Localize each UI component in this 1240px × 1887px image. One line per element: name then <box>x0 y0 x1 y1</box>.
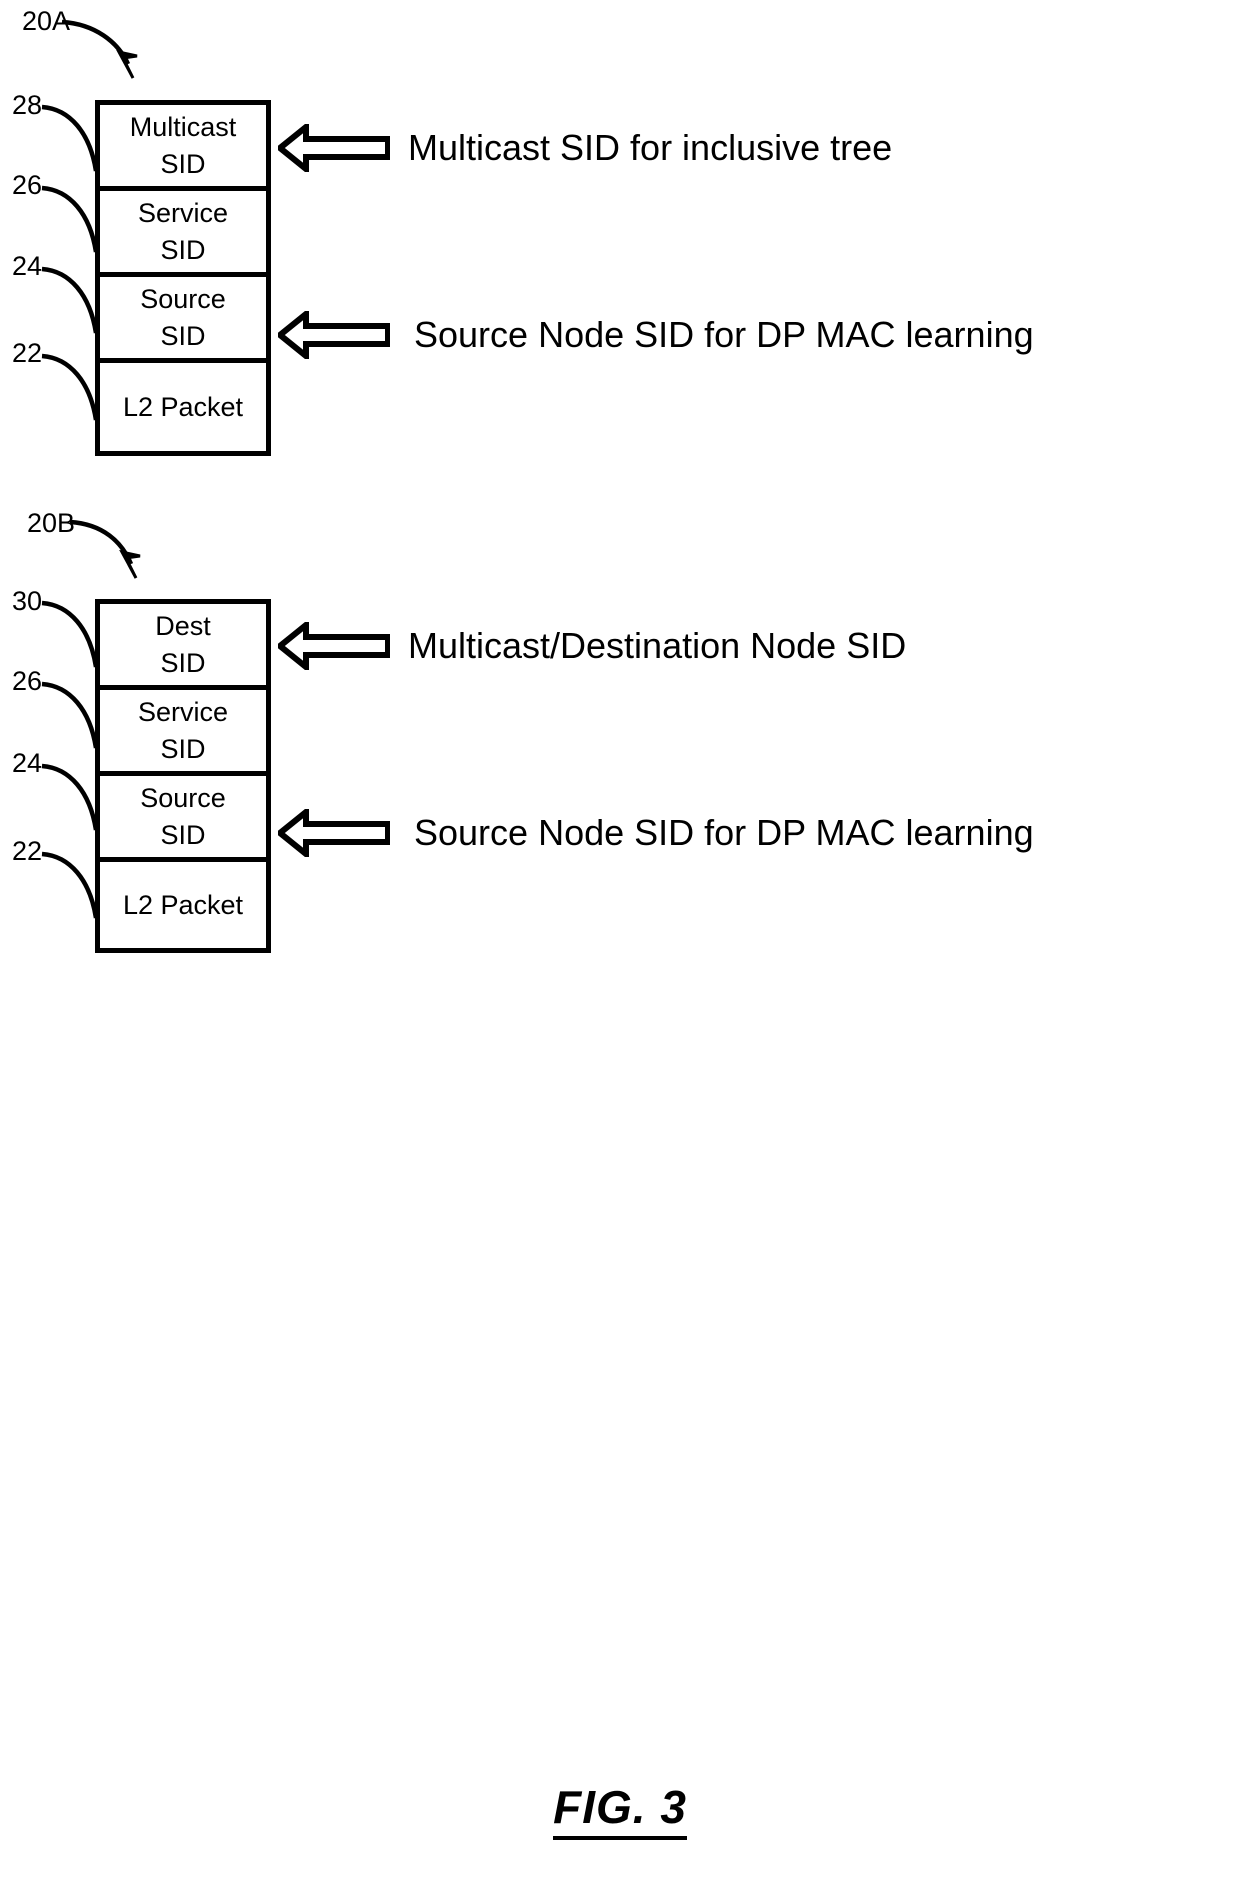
field-line-1: L2 Packet <box>122 889 244 920</box>
callout-label-source-sid: Source Node SID for DP MAC learning <box>414 314 1034 355</box>
ref-numeral-22: 22 <box>12 338 43 368</box>
packet-stack-20b: Dest SID Service SID Source SID L2 Packe… <box>95 599 271 953</box>
field-line-1: L2 Packet <box>122 391 244 422</box>
callout-arrow-multicast-sid <box>278 124 390 172</box>
stack-20a-identifier: 20A <box>22 6 71 36</box>
field-line-2: SID <box>160 647 206 678</box>
packet-field-service-sid-b: Service SID <box>100 690 266 776</box>
callout-label-multicast-sid: Multicast SID for inclusive tree <box>408 127 893 168</box>
packet-field-multicast-sid: Multicast SID <box>100 105 266 191</box>
ref-numeral-28: 28 <box>12 90 43 120</box>
callout-arrow-dest-sid <box>278 622 390 670</box>
callout-arrow-source-sid <box>278 311 390 359</box>
callout-arrow-source-sid-b <box>278 809 390 857</box>
field-line-2: SID <box>160 148 206 179</box>
field-line-1: Multicast <box>129 112 237 143</box>
field-line-1: Dest <box>155 611 211 642</box>
figure-caption-text: FIG. 3 <box>553 1781 687 1840</box>
ref-numeral-26-b: 26 <box>12 666 43 696</box>
ref-numeral-24-b: 24 <box>12 748 43 778</box>
packet-field-service-sid: Service SID <box>100 191 266 277</box>
packet-field-l2-packet: L2 Packet <box>100 363 266 451</box>
ref-numeral-22-b: 22 <box>12 836 43 866</box>
field-line-2: SID <box>160 733 206 764</box>
packet-field-l2-packet-b: L2 Packet <box>100 862 266 948</box>
packet-field-source-sid: Source SID <box>100 277 266 363</box>
field-line-1: Service <box>137 697 229 728</box>
field-line-1: Service <box>137 198 229 229</box>
callout-label-dest-sid: Multicast/Destination Node SID <box>408 625 907 666</box>
field-line-2: SID <box>160 234 206 265</box>
field-line-2: SID <box>160 819 206 850</box>
field-line-1: Source <box>140 783 226 814</box>
packet-field-dest-sid: Dest SID <box>100 604 266 690</box>
packet-stack-20a: Multicast SID Service SID Source SID L2 … <box>95 100 271 456</box>
ref-numeral-24: 24 <box>12 251 43 281</box>
packet-field-source-sid-b: Source SID <box>100 776 266 862</box>
figure-caption: FIG. 3 <box>0 1780 1240 1840</box>
field-line-2: SID <box>160 320 206 351</box>
callout-label-source-sid-b: Source Node SID for DP MAC learning <box>414 812 1034 853</box>
stack-20b-identifier: 20B <box>27 508 76 538</box>
field-line-1: Source <box>140 284 226 315</box>
ref-numeral-26: 26 <box>12 170 43 200</box>
ref-numeral-30: 30 <box>12 586 43 616</box>
